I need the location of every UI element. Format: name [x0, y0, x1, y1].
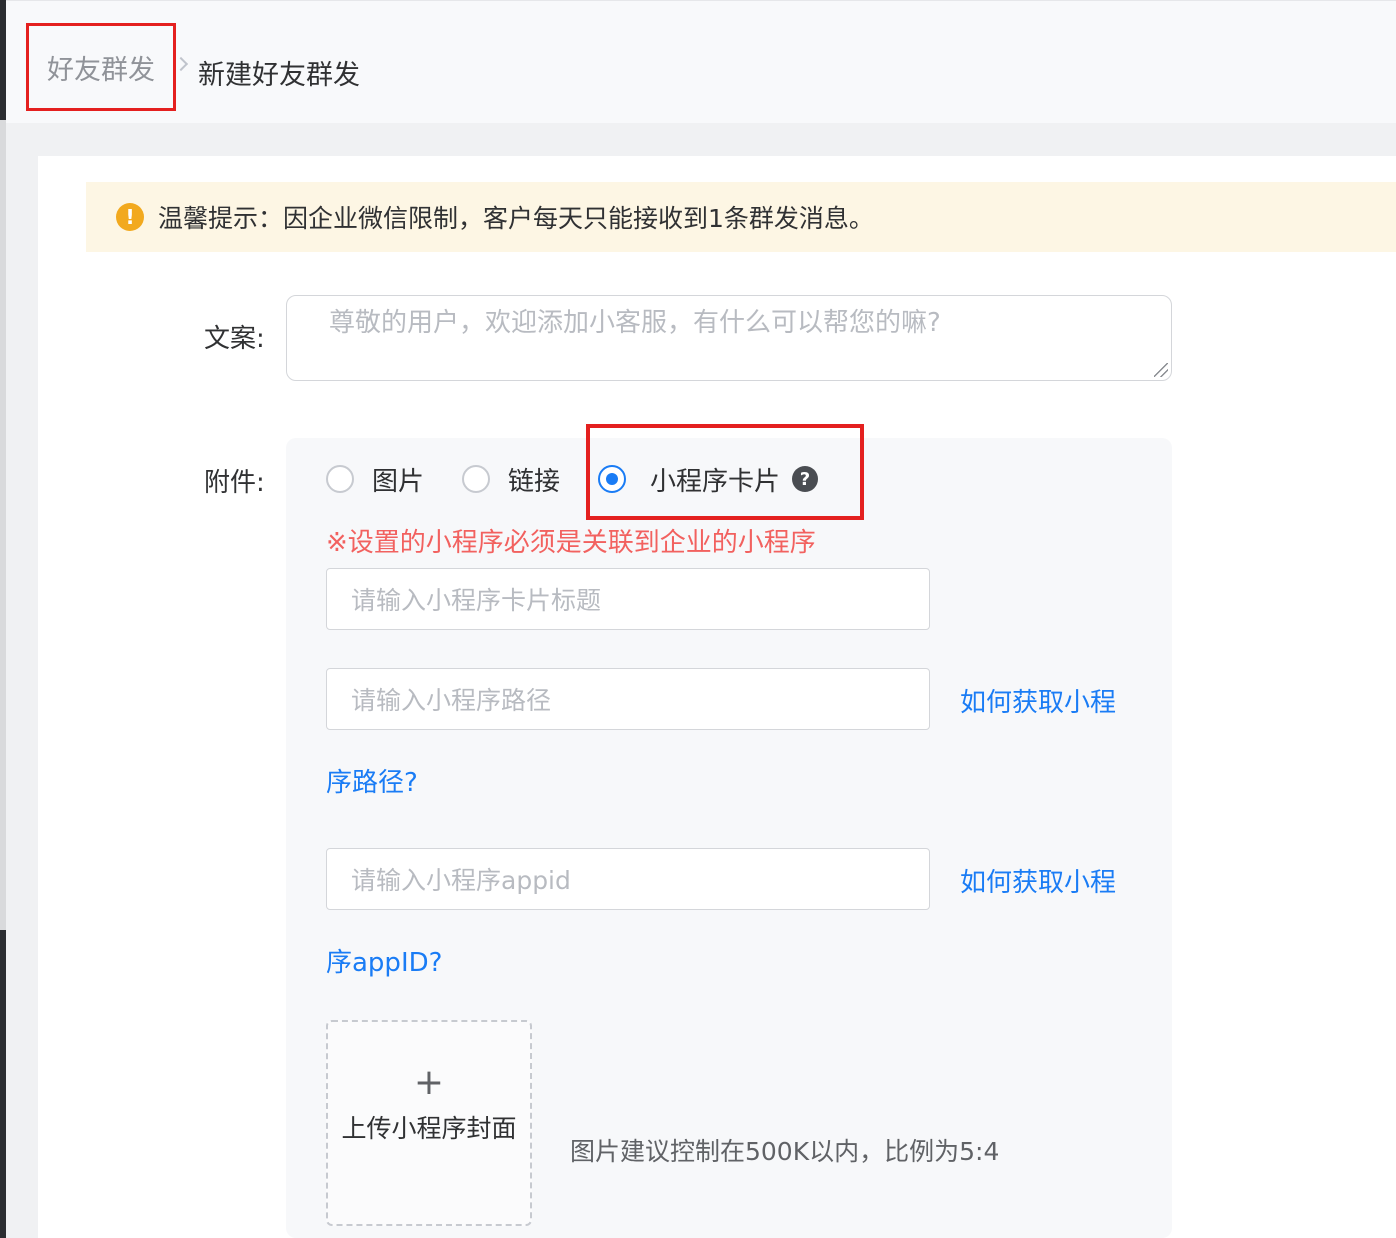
cover-upload[interactable]: + 上传小程序封面 [326, 1020, 532, 1226]
miniprogram-note: ※设置的小程序必须是关联到企业的小程序 [326, 528, 816, 558]
appid-input[interactable]: 请输入小程序appid [326, 848, 930, 910]
left-edge-strip [0, 0, 6, 1238]
warning-icon: ! [116, 203, 144, 231]
copy-textarea[interactable]: 尊敬的用户，欢迎添加小客服，有什么可以帮您的嘛? [286, 295, 1172, 381]
breadcrumb-current: 新建好友群发 [198, 60, 360, 91]
radio-circle[interactable] [462, 465, 490, 493]
radio-circle[interactable] [326, 465, 354, 493]
copy-placeholder: 尊敬的用户，欢迎添加小客服，有什么可以帮您的嘛? [329, 308, 941, 338]
radio-link[interactable]: 链接 [462, 456, 560, 502]
form-panel: ! 温馨提示：因企业微信限制，客户每天只能接收到1条群发消息。 文案: 尊敬的用… [38, 156, 1396, 1238]
upload-hint: 图片建议控制在500K以内，比例为5:4 [570, 1137, 1000, 1166]
radio-link-label: 链接 [508, 466, 561, 497]
path-help-link[interactable]: 如何获取小程 [960, 682, 1116, 719]
card-title-placeholder: 请输入小程序卡片标题 [351, 586, 602, 615]
path-input[interactable]: 请输入小程序路径 [326, 668, 930, 730]
appid-placeholder: 请输入小程序appid [351, 866, 571, 895]
breadcrumb: 好友群发 新建好友群发 [6, 0, 1396, 123]
path-placeholder: 请输入小程序路径 [351, 686, 552, 715]
copy-label: 文案: [204, 324, 265, 354]
radio-image-label: 图片 [372, 466, 425, 497]
appid-help-link-cont[interactable]: 序appID? [326, 942, 442, 979]
plus-icon: + [413, 1062, 445, 1103]
card-title-input[interactable]: 请输入小程序卡片标题 [326, 568, 930, 630]
alert-banner: ! 温馨提示：因企业微信限制，客户每天只能接收到1条群发消息。 [86, 182, 1396, 252]
chevron-right-icon [173, 56, 189, 72]
breadcrumb-parent[interactable]: 好友群发 [26, 23, 176, 111]
cover-upload-label: 上传小程序封面 [341, 1114, 517, 1143]
attach-label: 附件: [204, 468, 265, 498]
resize-handle-icon[interactable] [1154, 363, 1168, 377]
highlight-box [586, 424, 864, 520]
radio-image[interactable]: 图片 [326, 456, 424, 502]
alert-text: 温馨提示：因企业微信限制，客户每天只能接收到1条群发消息。 [158, 204, 874, 233]
appid-help-link[interactable]: 如何获取小程 [960, 862, 1116, 899]
path-help-link-cont[interactable]: 序路径? [326, 762, 418, 799]
